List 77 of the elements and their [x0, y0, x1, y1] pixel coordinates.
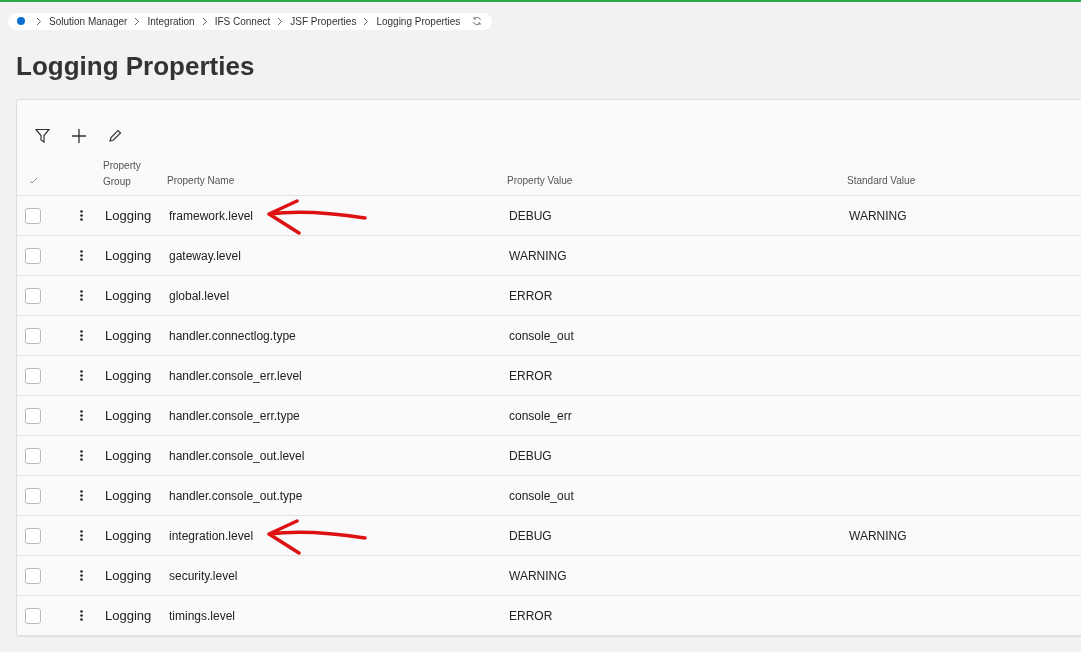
table-cell-text: Logging [104, 406, 153, 425]
table-cell-text: Logging [104, 446, 153, 465]
table-cell-text: WARNING [508, 247, 568, 265]
more-options-icon[interactable] [80, 250, 83, 261]
breadcrumb-link[interactable]: IFS Connect [214, 13, 271, 29]
column-header: Property Name [166, 174, 236, 188]
table-cell-text: Logging [104, 566, 153, 585]
chevron-icon [36, 16, 42, 26]
table-cell: global.level [169, 288, 230, 303]
more-options-icon[interactable] [80, 490, 83, 501]
table-cell-text: Logging [104, 366, 153, 385]
chevron-icon [134, 16, 141, 26]
table-cell: timings.level [169, 608, 236, 623]
more-options-icon[interactable] [80, 290, 83, 301]
row-checkbox[interactable] [25, 367, 41, 384]
table-cell-text: WARNING [848, 207, 908, 225]
column-header: Property Value [506, 174, 574, 188]
table-cell-text: Logging [104, 526, 153, 545]
row-checkbox[interactable] [25, 607, 41, 624]
more-options-icon[interactable] [80, 330, 83, 341]
refresh-icon[interactable] [472, 16, 483, 26]
table-cell-text: DEBUG [508, 447, 553, 465]
chevron-icon [277, 16, 284, 26]
table-cell: handler.console_err.level [169, 368, 302, 383]
table-cell: handler.connectlog.type [169, 328, 296, 343]
edit-icon[interactable] [108, 128, 122, 143]
table-cell-text: console_out [508, 487, 575, 505]
table-cell-text: console_err [508, 407, 573, 425]
table-cell-text: ERROR [508, 367, 554, 385]
table-cell-text: DEBUG [508, 207, 553, 225]
more-options-icon[interactable] [80, 610, 83, 621]
table-cell-text: console_out [508, 327, 575, 345]
row-checkbox[interactable] [25, 447, 41, 464]
more-options-icon[interactable] [80, 210, 83, 221]
row-checkbox[interactable] [25, 567, 41, 584]
breadcrumb-link[interactable]: Logging Properties [376, 13, 461, 29]
add-icon[interactable] [72, 128, 86, 143]
column-header: Property Group [102, 158, 142, 189]
more-options-icon[interactable] [80, 570, 83, 581]
table-cell-text: DEBUG [508, 527, 553, 545]
table-cell-text: Logging [104, 606, 153, 625]
table-cell-text: WARNING [848, 527, 908, 545]
table-cell: handler.console_out.level [169, 448, 305, 463]
chevron-icon [201, 16, 208, 26]
table-cell: gateway.level [169, 248, 241, 263]
table-cell-text: Logging [104, 246, 153, 265]
more-options-icon[interactable] [80, 530, 83, 541]
row-checkbox[interactable] [25, 487, 41, 504]
table-cell-text: WARNING [508, 567, 568, 585]
row-checkbox[interactable] [25, 527, 41, 544]
row-checkbox[interactable] [25, 407, 41, 424]
row-checkbox[interactable] [25, 247, 41, 264]
row-checkbox[interactable] [25, 207, 41, 224]
table-cell-text: ERROR [508, 607, 554, 625]
select-all-checkmark-icon[interactable] [29, 177, 38, 184]
table-cell: security.level [169, 568, 238, 583]
more-options-icon[interactable] [80, 450, 83, 461]
table-cell-text: Logging [104, 326, 153, 345]
filter-icon[interactable] [35, 128, 50, 143]
table-cell: framework.level [169, 208, 254, 223]
more-options-icon[interactable] [80, 370, 83, 381]
table-cell-text: Logging [104, 286, 153, 305]
table-cell: handler.console_out.type [169, 488, 303, 503]
row-checkbox[interactable] [25, 327, 41, 344]
row-checkbox[interactable] [25, 287, 41, 304]
breadcrumb-link[interactable]: Solution Manager [49, 13, 128, 29]
table-cell-text: Logging [104, 206, 153, 225]
chevron-icon [363, 16, 370, 26]
table-cell-text: Logging [104, 486, 153, 505]
breadcrumb-link[interactable]: JSF Properties [290, 13, 357, 29]
breadcrumb-link[interactable]: Integration [147, 13, 195, 29]
table-cell: handler.console_err.type [169, 408, 300, 423]
table-cell-text: ERROR [508, 287, 554, 305]
table-cell: integration.level [169, 528, 254, 543]
more-options-icon[interactable] [80, 410, 83, 421]
column-header: Standard Value [846, 174, 917, 188]
page-title: Logging Properties [16, 50, 256, 82]
